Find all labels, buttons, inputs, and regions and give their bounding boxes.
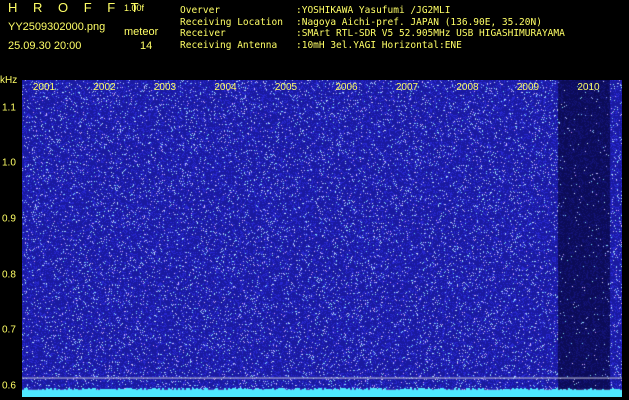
info-key: Receiving Antenna xyxy=(180,39,278,51)
x-tick-label: 2004 xyxy=(214,82,237,93)
info-key: Receiving Location xyxy=(180,16,283,28)
info-value: :10mH 3el.YAGI Horizontal:ENE xyxy=(296,39,462,51)
x-tick-label: 2002 xyxy=(93,82,116,93)
y-tick-label: 1.0 xyxy=(2,157,16,169)
meteor-count: 14 xyxy=(140,40,153,52)
y-tick-label: 0.7 xyxy=(2,324,16,336)
y-tick-label: 0.6 xyxy=(2,380,16,392)
x-tick-label: 2005 xyxy=(274,82,298,93)
x-tick-label: 2006 xyxy=(335,82,358,93)
x-tick-label: 2001 xyxy=(32,82,56,93)
info-value: :SMArt RTL-SDR V5 52.905MHz USB HIGASHIM… xyxy=(296,28,565,39)
x-tick-label: 2008 xyxy=(456,82,479,93)
info-key: Receiver xyxy=(180,28,226,39)
info-row-observer: Overver :YOSHIKAWA Yasufumi /JG2MLI xyxy=(180,5,565,17)
meteor-label: meteor xyxy=(124,26,159,38)
station-info: Overver :YOSHIKAWA Yasufumi /JG2MLI Recei… xyxy=(180,5,565,51)
x-tick-label: 2007 xyxy=(395,82,419,93)
info-row-location: Receiving Location :Nagoya Aichi-pref. JA… xyxy=(180,17,565,29)
spectrogram-canvas xyxy=(22,80,622,397)
info-value: :Nagoya Aichi-pref. JAPAN (136.90E, 35.2… xyxy=(296,16,542,28)
y-axis-unit: kHz xyxy=(0,75,18,86)
image-filename: YY2509302000.png xyxy=(8,21,106,33)
y-tick-label: 1.1 xyxy=(2,102,16,114)
x-tick-label: 2010 xyxy=(577,82,600,93)
info-row-receiver: Receiver :SMArt RTL-SDR V5 52.905MHz USB … xyxy=(180,28,565,40)
x-tick-label: 2003 xyxy=(153,82,177,93)
info-row-antenna: Receiving Antenna :10mH 3el.YAGI Horizont… xyxy=(180,40,565,52)
app-version: 1.00f xyxy=(124,3,145,13)
y-tick-label: 0.8 xyxy=(2,269,16,281)
timestamp: 25.09.30 20:00 xyxy=(8,40,82,52)
spectrogram-plot xyxy=(22,80,622,397)
info-value: :YOSHIKAWA Yasufumi /JG2MLI xyxy=(296,5,451,16)
info-key: Overver xyxy=(180,5,221,16)
y-tick-label: 0.9 xyxy=(2,213,16,225)
x-tick-label: 2009 xyxy=(516,82,540,93)
